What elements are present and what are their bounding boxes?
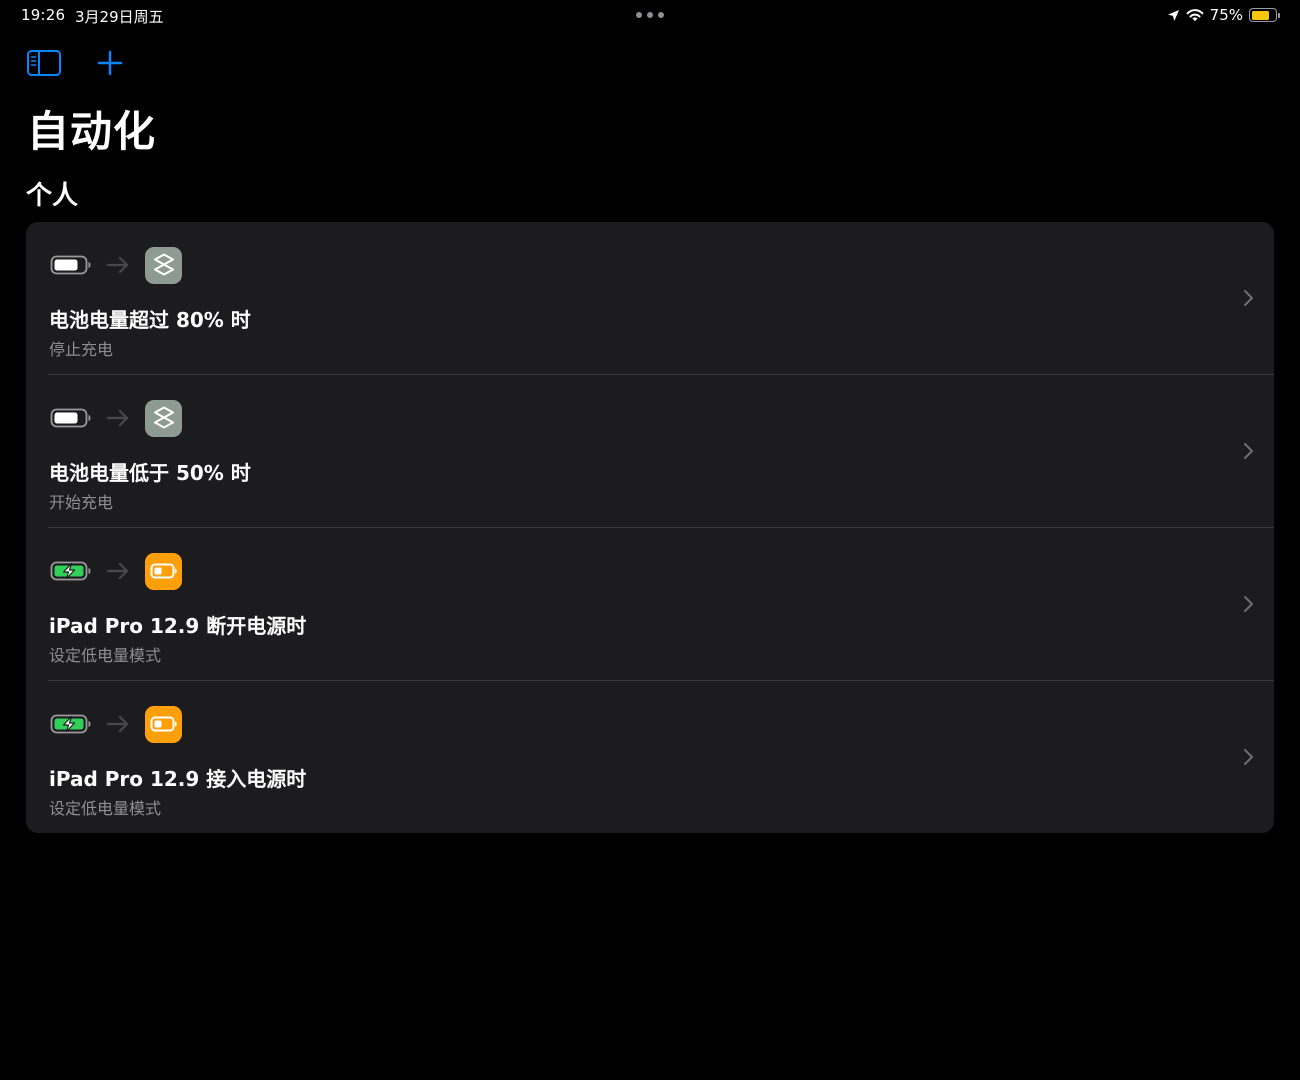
status-time: 19:26 [21,6,66,24]
battery-percentage: 75% [1209,6,1243,24]
multitasking-dots-icon[interactable] [636,12,664,18]
automation-title: iPad Pro 12.9 接入电源时 [49,767,307,791]
arrow-right-icon [106,714,130,734]
chevron-right-icon [1244,596,1253,612]
section-title: 个人 [26,181,79,211]
battery-charging-icon [50,714,92,734]
low-power-mode-icon [145,705,182,743]
low-power-mode-icon [145,552,182,590]
automation-title: 电池电量超过 80% 时 [49,308,251,332]
status-bar: 19:26 3月29日周五 75% [0,0,1300,30]
arrow-right-icon [106,561,130,581]
automation-row[interactable]: 电池电量低于 50% 时 开始充电 [26,375,1274,528]
page-title: 自动化 [27,107,157,156]
battery-charging-icon [50,561,92,581]
automation-title: 电池电量低于 50% 时 [49,461,251,485]
automation-row[interactable]: iPad Pro 12.9 接入电源时 设定低电量模式 [26,681,1274,833]
shortcuts-app-icon [145,246,182,284]
battery-icon [1249,8,1277,22]
arrow-right-icon [106,408,130,428]
automation-title: iPad Pro 12.9 断开电源时 [49,614,307,638]
automation-list: 电池电量超过 80% 时 停止充电 电池电量低于 50% 时 开始充电 iPad… [26,222,1274,833]
automation-row[interactable]: iPad Pro 12.9 断开电源时 设定低电量模式 [26,528,1274,681]
battery-full-icon [50,255,92,275]
automation-subtitle: 开始充电 [49,493,114,512]
sidebar-toggle-icon [27,50,61,76]
automation-subtitle: 设定低电量模式 [49,799,162,818]
battery-full-icon [50,408,92,428]
status-date: 3月29日周五 [75,8,164,26]
location-arrow-icon [1167,9,1179,21]
shortcuts-app-icon [145,399,182,437]
automation-subtitle: 停止充电 [49,340,114,359]
add-automation-button[interactable] [92,47,128,79]
chevron-right-icon [1244,749,1253,765]
sidebar-toggle-button[interactable] [26,47,62,79]
status-indicators: 75% [1161,5,1280,25]
automation-subtitle: 设定低电量模式 [49,646,162,665]
chevron-right-icon [1244,443,1253,459]
arrow-right-icon [106,255,130,275]
chevron-right-icon [1244,290,1253,306]
plus-icon [97,50,123,76]
wifi-icon [1186,9,1204,22]
automation-row[interactable]: 电池电量超过 80% 时 停止充电 [26,222,1274,375]
automation-screen: 19:26 3月29日周五 75% 自动化 个人 电池电量超过 80% 时 停止… [0,0,1300,1080]
